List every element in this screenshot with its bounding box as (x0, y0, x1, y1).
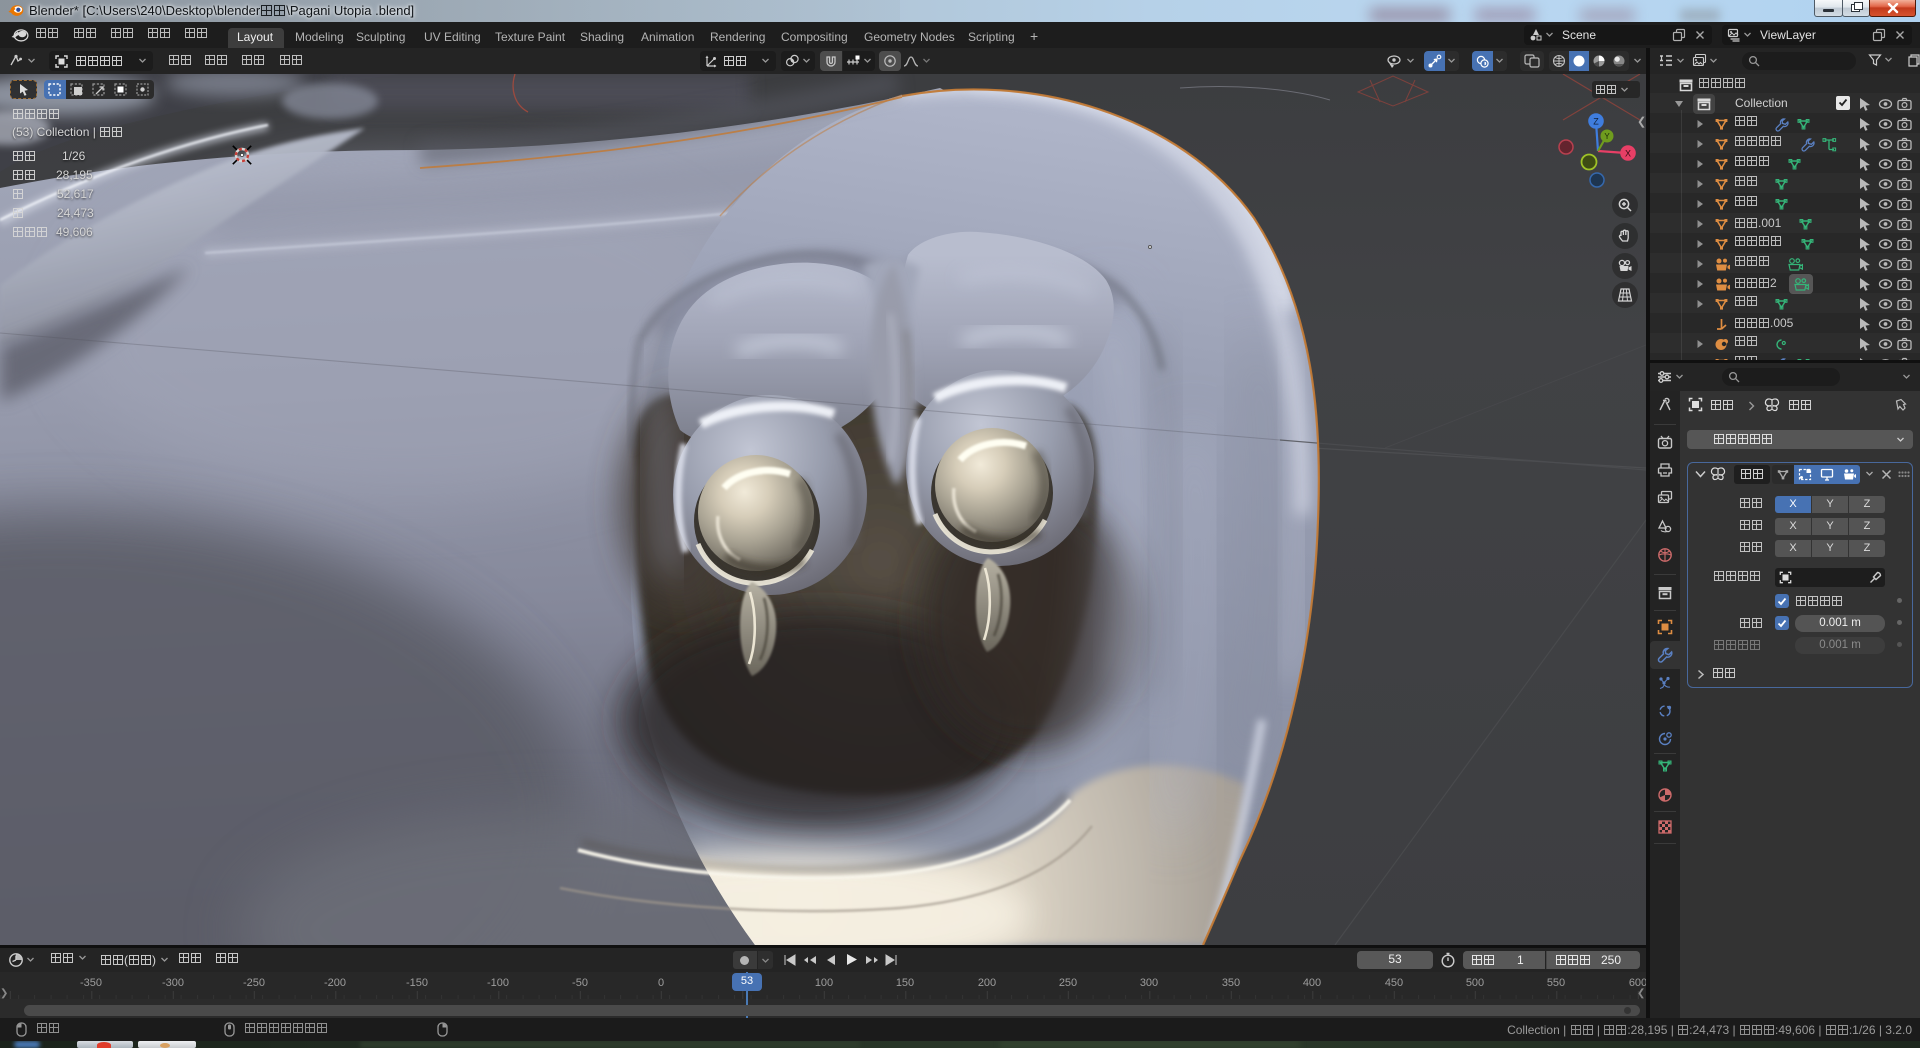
svg-text:X: X (1625, 149, 1631, 159)
svg-text:Y: Y (1604, 132, 1610, 141)
svg-text:Z: Z (1593, 117, 1599, 127)
